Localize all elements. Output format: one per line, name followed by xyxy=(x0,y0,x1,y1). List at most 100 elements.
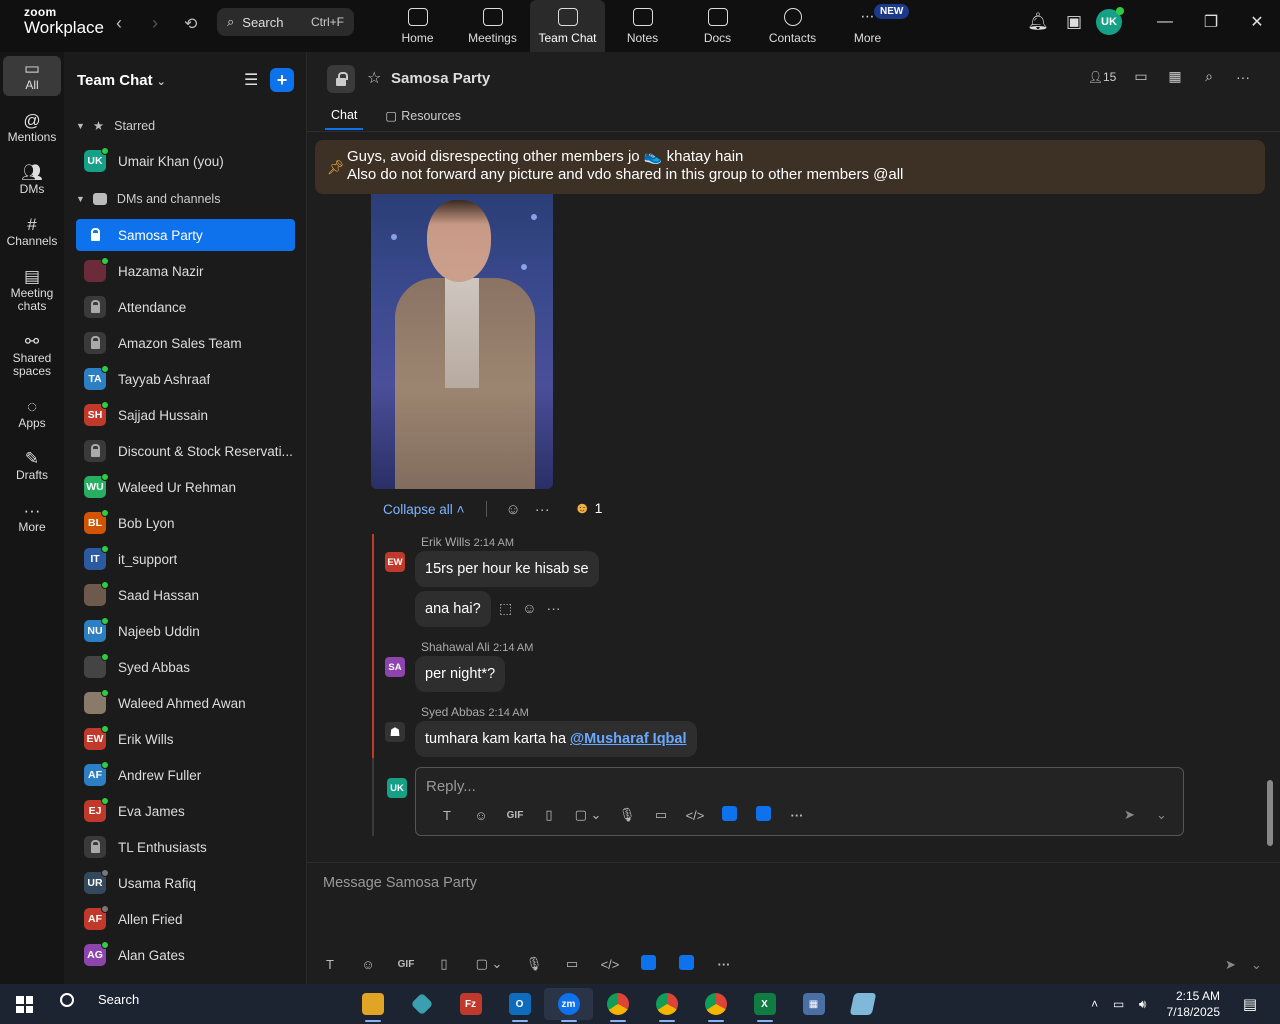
filezilla-app[interactable]: Fz xyxy=(446,988,495,1020)
message-bubble[interactable]: ana hai? xyxy=(415,591,491,627)
video-message-icon[interactable]: ▭ xyxy=(644,807,678,823)
ellipsis-icon[interactable]: ··· xyxy=(535,501,550,518)
sidebar-item-waleed-ahmed-awan[interactable]: Waleed Ahmed Awan xyxy=(76,687,295,719)
nav-home[interactable]: Home xyxy=(380,0,455,52)
sidebar-item-amazon-sales-team[interactable]: Amazon Sales Team xyxy=(76,327,295,359)
calendar-icon[interactable]: ▣ xyxy=(1056,12,1092,32)
reply-input[interactable]: Reply... xyxy=(426,778,476,795)
screenshot-icon[interactable]: ▢ ⌄ xyxy=(566,807,610,823)
sidebar-item-alan-gates[interactable]: AG Alan Gates xyxy=(76,939,295,971)
sidebar-title[interactable]: Team Chat ⌄ xyxy=(77,72,166,89)
maximize-icon[interactable]: ❐ xyxy=(1188,12,1234,32)
add-reaction-icon[interactable]: ☺ xyxy=(522,600,536,617)
mic-icon[interactable]: 🎙︎ xyxy=(610,807,644,823)
rail-dms[interactable]: 👥︎ DMs xyxy=(0,164,64,196)
emoji-icon[interactable]: ☺ xyxy=(464,808,498,823)
file-explorer-app[interactable] xyxy=(348,988,397,1022)
chrome-app[interactable] xyxy=(642,988,691,1022)
message-bubble[interactable]: tumhara kam karta ha @Musharaf Iqbal xyxy=(415,721,697,757)
scrollbar[interactable] xyxy=(1267,780,1273,846)
sidebar-item-andrew-fuller[interactable]: AF Andrew Fuller xyxy=(76,759,295,791)
app-icon[interactable] xyxy=(746,806,780,824)
taskbar-search[interactable]: Search xyxy=(60,992,139,1007)
sidebar-item-waleed-ur-rehman[interactable]: WU Waleed Ur Rehman xyxy=(76,471,295,503)
sidebar-item-it-support[interactable]: IT it_support xyxy=(76,543,295,575)
video-icon[interactable]: ▭ xyxy=(1124,68,1158,85)
volume-icon[interactable]: 🔊︎ xyxy=(1131,997,1155,1012)
reply-thread-icon[interactable]: ⬚ xyxy=(499,600,512,617)
mention-link[interactable]: @Musharaf Iqbal xyxy=(570,731,686,747)
sidebar-item-samosa-party[interactable]: Samosa Party xyxy=(76,219,295,251)
sidebar-item-tl-enthusiasts[interactable]: TL Enthusiasts xyxy=(76,831,295,863)
zoom-app-taskbar[interactable]: zm xyxy=(544,988,593,1022)
rail-shared-spaces[interactable]: ⚯ Shared spaces xyxy=(0,333,64,378)
search-input[interactable]: ⌕ Search Ctrl+F xyxy=(217,8,354,36)
avatar[interactable]: EW xyxy=(385,552,405,572)
text-format-icon[interactable]: T xyxy=(430,808,464,823)
sidebar-item-tayyab-ashraaf[interactable]: TA Tayyab Ashraaf xyxy=(76,363,295,395)
chrome-app[interactable] xyxy=(593,988,642,1022)
sidebar-item-self[interactable]: UK Umair Khan (you) xyxy=(76,145,295,177)
star-icon[interactable]: ☆ xyxy=(367,68,381,88)
video-message-icon[interactable]: ▭ xyxy=(553,956,591,972)
sidebar-item-discount-stock-reservati[interactable]: Discount & Stock Reservati... xyxy=(76,435,295,467)
code-icon[interactable]: </> xyxy=(678,808,712,823)
search-icon[interactable]: ⌕ xyxy=(1192,68,1226,85)
avatar[interactable]: UK xyxy=(1096,7,1124,35)
sidebar-item-bob-lyon[interactable]: BL Bob Lyon xyxy=(76,507,295,539)
bell-icon[interactable]: 🔔︎ xyxy=(1020,12,1056,32)
sidebar-item-usama-rafiq[interactable]: UR Usama Rafiq xyxy=(76,867,295,899)
members-button[interactable]: 👤︎15 xyxy=(1080,70,1124,84)
app-icon[interactable] xyxy=(667,955,705,973)
network-icon[interactable]: ▭ xyxy=(1107,997,1131,1011)
minimize-icon[interactable]: — xyxy=(1142,13,1188,31)
sidebar-item-najeeb-uddin[interactable]: NU Najeeb Uddin xyxy=(76,615,295,647)
ellipsis-icon[interactable]: ··· xyxy=(780,808,814,823)
sidebar-item-attendance[interactable]: Attendance xyxy=(76,291,295,323)
filter-icon[interactable]: ☰ xyxy=(244,70,258,90)
nav-more[interactable]: ⋯ More NEW xyxy=(830,0,910,52)
windows-start-icon[interactable] xyxy=(16,996,33,1013)
calendar-icon[interactable]: ▦ xyxy=(1158,68,1192,85)
nav-docs[interactable]: Docs xyxy=(680,0,755,52)
calculator-app[interactable]: ▦ xyxy=(789,988,838,1020)
pinned-message[interactable]: 📌︎ Guys, avoid disrespecting other membe… xyxy=(315,140,1265,194)
excel-app[interactable]: X xyxy=(740,988,789,1022)
rail-apps[interactable]: ◌ Apps xyxy=(0,398,64,430)
ellipsis-icon[interactable]: ··· xyxy=(547,600,561,617)
nav-team-chat[interactable]: Team Chat xyxy=(530,0,605,52)
chevron-down-icon[interactable]: ⌄ xyxy=(1156,807,1167,823)
rail-channels[interactable]: # Channels xyxy=(0,216,64,248)
add-reaction-icon[interactable]: ☺ xyxy=(505,501,520,518)
screenshot-icon[interactable]: ▢ ⌄ xyxy=(463,956,515,972)
back-arrow-icon[interactable]: ‹ xyxy=(116,13,122,34)
file-icon[interactable]: ▯ xyxy=(532,807,566,823)
message-input[interactable]: Message Samosa Party xyxy=(323,875,477,891)
mic-icon[interactable]: 🎙︎ xyxy=(515,956,553,972)
rail-all[interactable]: ▭ All xyxy=(3,56,61,96)
shared-photo[interactable] xyxy=(371,194,553,489)
text-format-icon[interactable]: T xyxy=(311,957,349,972)
history-icon[interactable]: ⟲ xyxy=(184,14,197,34)
section-starred[interactable]: ▼ ★ Starred xyxy=(76,118,155,134)
rail-mentions[interactable]: @ Mentions xyxy=(0,112,64,144)
ellipsis-icon[interactable]: ··· xyxy=(705,957,743,972)
reply-box[interactable]: Reply... T ☺ GIF ▯ ▢ ⌄ 🎙︎ ▭ </> ··· ➤ ⌄ xyxy=(415,767,1184,836)
section-dms-channels[interactable]: ▼ DMs and channels xyxy=(76,192,220,206)
ellipsis-icon[interactable]: ··· xyxy=(1226,69,1260,85)
nav-meetings[interactable]: Meetings xyxy=(455,0,530,52)
sidebar-item-hazama-nazir[interactable]: Hazama Nazir xyxy=(76,255,295,287)
code-icon[interactable]: </> xyxy=(591,957,629,972)
outlook-app[interactable]: O xyxy=(495,988,544,1022)
message-bubble[interactable]: 15rs per hour ke hisab se xyxy=(415,551,599,587)
rail-more[interactable]: ··· More xyxy=(0,502,64,534)
sidebar-item-allen-fried[interactable]: AF Allen Fried xyxy=(76,903,295,935)
avatar[interactable]: ☗ xyxy=(385,722,405,742)
forward-arrow-icon[interactable]: › xyxy=(152,13,158,34)
sidebar-item-syed-abbas[interactable]: Syed Abbas xyxy=(76,651,295,683)
notes-app[interactable] xyxy=(838,988,887,1020)
sidebar-item-saad-hassan[interactable]: Saad Hassan xyxy=(76,579,295,611)
chevron-up-icon[interactable]: ˄ xyxy=(1083,997,1107,1011)
app-icon[interactable] xyxy=(629,955,667,973)
rail-meeting-chats[interactable]: ▤ Meeting chats xyxy=(0,268,64,313)
